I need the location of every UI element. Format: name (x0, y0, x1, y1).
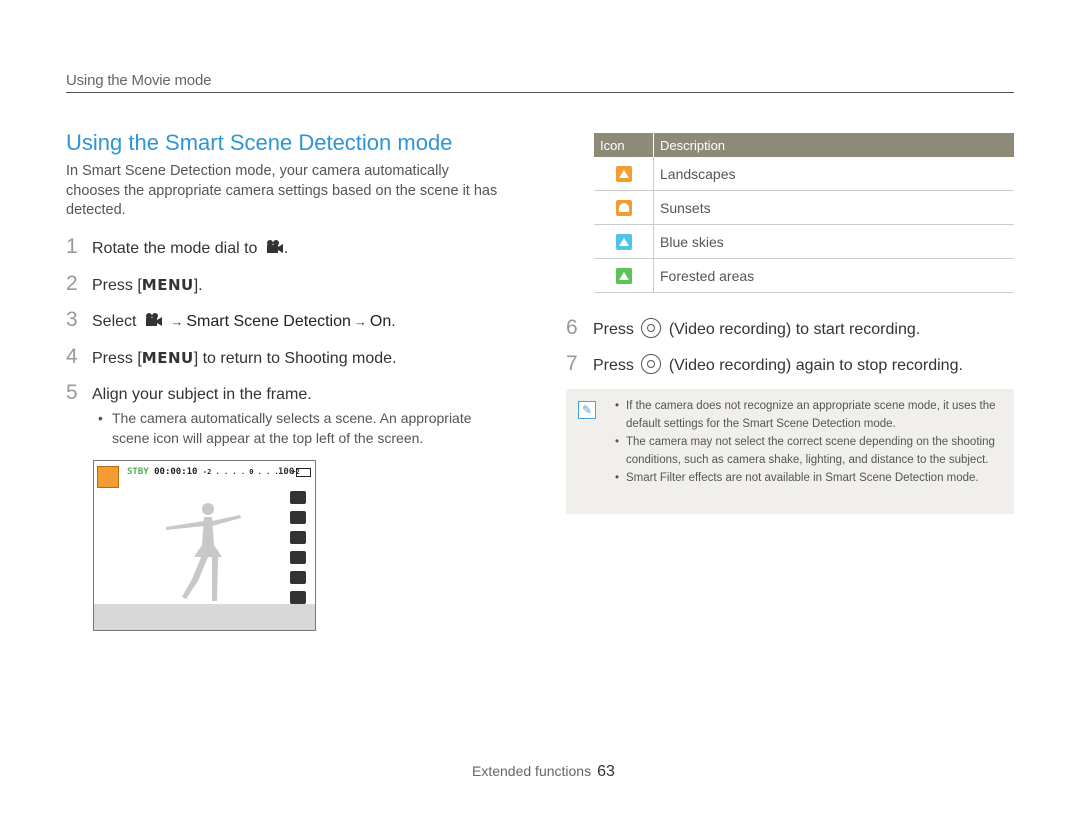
alive-icon (290, 531, 306, 544)
blue-sky-icon (615, 234, 632, 251)
list-item: The camera may not select the correct sc… (615, 433, 1001, 469)
note-list: If the camera does not recognize an appr… (615, 397, 1001, 487)
table-header-icon: Icon (594, 133, 654, 157)
settings-icons (290, 491, 310, 611)
menu-key: MENU (141, 349, 194, 367)
movie-mode-icon (145, 313, 162, 326)
macro-icon (290, 591, 306, 604)
landscape-icon (615, 166, 632, 183)
list-item: If the camera does not recognize an appr… (615, 397, 1001, 433)
dancer-figure (166, 503, 241, 601)
arrow-icon: → (353, 314, 367, 329)
step-2: 2 Press [MENU]. (66, 272, 203, 295)
table-row: Forested areas (594, 258, 1014, 293)
table-row: Blue skies (594, 224, 1014, 259)
list-item: Smart Filter effects are not available i… (615, 469, 1001, 487)
page-footer: Extended functions 63 (472, 763, 615, 780)
menu-key: MENU (141, 276, 194, 294)
camera-preview-screen: STBY 00:00:10 -2 . . . . 0 . . . . +2 10… (93, 460, 316, 631)
intro-paragraph: In Smart Scene Detection mode, your came… (66, 163, 498, 218)
scene-icon-table: Icon Description Landscapes Sunsets Blue… (594, 133, 1014, 293)
table-header-description: Description (653, 133, 1014, 157)
header-divider (66, 92, 1014, 93)
arrow-icon: → (170, 314, 184, 329)
note-box: ✎ If the camera does not recognize an ap… (566, 389, 1014, 514)
landscape-icon (97, 466, 119, 488)
section-header: Using the Movie mode (66, 72, 212, 89)
table-row: Sunsets (594, 190, 1014, 225)
step-1: 1 Rotate the mode dial to . (66, 235, 289, 258)
step-5: 5 Align your subject in the frame. (66, 381, 312, 404)
battery-icon (296, 468, 311, 477)
sunset-icon (615, 200, 632, 217)
movie-mode-icon (266, 240, 283, 253)
page-title: Using the Smart Scene Detection mode (66, 130, 453, 155)
metering-icon (290, 551, 306, 564)
page-number: 63 (597, 763, 615, 780)
record-button-icon (641, 318, 662, 338)
stabilizer-icon (290, 511, 306, 524)
table-row: Landscapes (594, 157, 1014, 191)
status-bar: STBY 00:00:10 -2 . . . . 0 . . . . +2 (127, 467, 300, 477)
resolution-icon (290, 491, 306, 504)
step-6: 6 Press (Video recording) to start record… (566, 316, 921, 339)
forest-icon (615, 268, 632, 285)
ois-icon (290, 571, 306, 584)
preview-bottom-bar (94, 604, 315, 630)
step-4: 4 Press [MENU] to return to Shooting mode… (66, 345, 397, 368)
record-button-icon (641, 354, 662, 374)
note-icon: ✎ (578, 401, 596, 419)
sub-bullet: • The camera automatically selects a scen… (98, 410, 472, 446)
step-7: 7 Press (Video recording) again to stop r… (566, 352, 963, 375)
shot-count: 100 (278, 467, 295, 477)
step-3: 3 Select → Smart Scene Detection → On. (66, 308, 396, 331)
